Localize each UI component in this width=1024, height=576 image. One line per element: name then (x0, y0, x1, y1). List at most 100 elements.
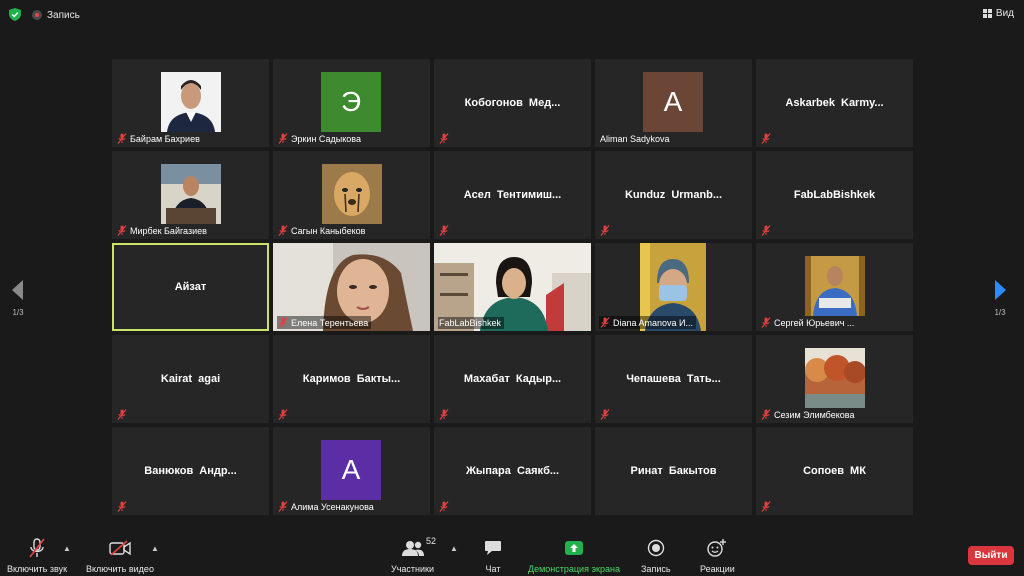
chat-icon (485, 541, 501, 555)
page-indicator-left: 1/3 (12, 308, 24, 317)
participant-name-label (438, 500, 452, 513)
participant-tile[interactable]: Каримов Бакты... (273, 335, 430, 423)
muted-mic-icon (439, 501, 449, 512)
muted-mic-icon (761, 409, 771, 420)
participant-video-tile[interactable]: FabLabBishkek (434, 243, 591, 331)
participants-options-caret-icon[interactable]: ▲ (450, 544, 458, 553)
share-screen-icon (564, 541, 583, 555)
profile-photo (805, 348, 865, 408)
muted-mic-icon (278, 501, 288, 512)
participant-name-label (438, 132, 452, 145)
participant-name: Махабат Кадыр... (463, 373, 562, 385)
unmute-label: Включить звук (7, 564, 68, 574)
muted-mic-icon (761, 225, 771, 236)
record-button[interactable]: Запись (641, 538, 671, 574)
participant-tile[interactable]: Askarbek Karmy... (756, 59, 913, 147)
record-icon (32, 10, 42, 20)
participant-tile[interactable]: Чепашева Тать... (595, 335, 752, 423)
video-gallery: Байрам Бахриев Э Эркин Садыкова Кобогоно… (112, 59, 913, 515)
participant-tile[interactable]: Ванюков Андр... (112, 427, 269, 515)
participant-tile[interactable]: A Алима Усенакунова (273, 427, 430, 515)
muted-mic-icon (117, 133, 127, 144)
muted-mic-icon (117, 501, 127, 512)
participant-tile[interactable]: Кобогонов Мед... (434, 59, 591, 147)
shield-icon[interactable] (9, 8, 21, 21)
letter-avatar: A (643, 72, 703, 132)
participant-name: Айзат (174, 281, 207, 293)
participant-tile[interactable]: Байрам Бахриев (112, 59, 269, 147)
participant-tile[interactable]: Махабат Кадыр... (434, 335, 591, 423)
participant-name-label (760, 132, 774, 145)
muted-mic-icon (600, 409, 610, 420)
muted-mic-icon (761, 317, 771, 328)
participant-tile[interactable]: FabLabBishkek (756, 151, 913, 239)
muted-mic-icon (439, 133, 449, 144)
view-label: Вид (995, 8, 1014, 19)
participant-tile[interactable]: Kunduz Urmanb... (595, 151, 752, 239)
participant-name-label: Мирбек Байгазиев (116, 224, 210, 237)
muted-mic-icon (761, 501, 771, 512)
participant-name-label (116, 500, 130, 513)
participant-name-label: Сезим Элимбекова (760, 408, 857, 421)
start-video-button[interactable]: Включить видео (86, 538, 154, 574)
audio-options-caret-icon[interactable]: ▲ (63, 544, 71, 553)
participant-video-tile[interactable]: Елена Терентьева (273, 243, 430, 331)
participant-tile[interactable]: Ринат Бакытов (595, 427, 752, 515)
start-video-label: Включить видео (86, 564, 154, 574)
participant-name: Ринат Бакытов (630, 465, 717, 477)
participant-name-label (760, 224, 774, 237)
participant-tile[interactable]: Сезим Элимбекова (756, 335, 913, 423)
next-page-button[interactable]: 1/3 (994, 280, 1006, 317)
participant-tile[interactable]: Асел Тентимиш... (434, 151, 591, 239)
participant-tile[interactable]: Э Эркин Садыкова (273, 59, 430, 147)
chat-button[interactable]: Чат (484, 538, 502, 574)
participant-name-label: Байрам Бахриев (116, 132, 203, 145)
participant-name-label: Сергей Юрьевич ... (760, 316, 857, 329)
participant-name: Kunduz Urmanb... (624, 189, 723, 201)
arrow-right-icon (995, 280, 1006, 300)
video-options-caret-icon[interactable]: ▲ (151, 544, 159, 553)
participant-tile[interactable]: Сопоев МК (756, 427, 913, 515)
share-screen-button[interactable]: Демонстрация экрана (528, 538, 620, 574)
participant-tile[interactable]: A Aliman Sadykova (595, 59, 752, 147)
participant-name-label (438, 224, 452, 237)
participant-tile[interactable]: Kairat agai (112, 335, 269, 423)
meeting-toolbar: Включить звук ▲ Включить видео ▲ Участни… (0, 532, 1024, 576)
active-speaker-tile[interactable]: Айзат (112, 243, 269, 331)
participant-video-tile[interactable]: Diana Amanova И... (595, 243, 752, 331)
profile-photo (805, 256, 865, 316)
participant-name-label (760, 500, 774, 513)
participant-name: Кобогонов Мед... (464, 97, 561, 109)
recording-indicator[interactable]: Запись (32, 8, 80, 22)
participant-name: FabLabBishkek (793, 189, 876, 201)
arrow-left-icon (12, 280, 23, 300)
recording-label: Запись (47, 9, 80, 21)
participant-name-label: FabLabBishkek (438, 317, 505, 329)
previous-page-button[interactable]: 1/3 (12, 280, 24, 317)
participants-label: Участники (391, 564, 434, 574)
chat-label: Чат (485, 564, 501, 574)
muted-mic-icon (278, 133, 288, 144)
participant-name-label: Aliman Sadykova (600, 134, 670, 144)
muted-mic-icon (600, 225, 610, 236)
video-off-icon (109, 540, 131, 556)
muted-mic-icon (117, 225, 127, 236)
muted-mic-icon (439, 225, 449, 236)
leave-meeting-button[interactable]: Выйти (968, 546, 1014, 565)
participant-name: Kairat agai (160, 373, 221, 385)
participant-tile[interactable]: Жыпара Саякб... (434, 427, 591, 515)
muted-mic-icon (439, 409, 449, 420)
unmute-button[interactable]: Включить звук (7, 538, 67, 574)
participant-tile[interactable]: Сагын Каныбеков (273, 151, 430, 239)
participant-name-label (116, 408, 130, 421)
muted-mic-icon (278, 225, 288, 236)
top-bar: Запись Вид (0, 0, 1024, 28)
participant-name-label (438, 408, 452, 421)
reactions-icon (707, 539, 727, 557)
participant-tile[interactable]: Сергей Юрьевич ... (756, 243, 913, 331)
participant-tile[interactable]: Мирбек Байгазиев (112, 151, 269, 239)
participant-name-label (277, 408, 291, 421)
view-button[interactable]: Вид (982, 8, 1014, 19)
profile-photo (161, 164, 221, 224)
reactions-button[interactable]: Реакции (700, 538, 735, 574)
